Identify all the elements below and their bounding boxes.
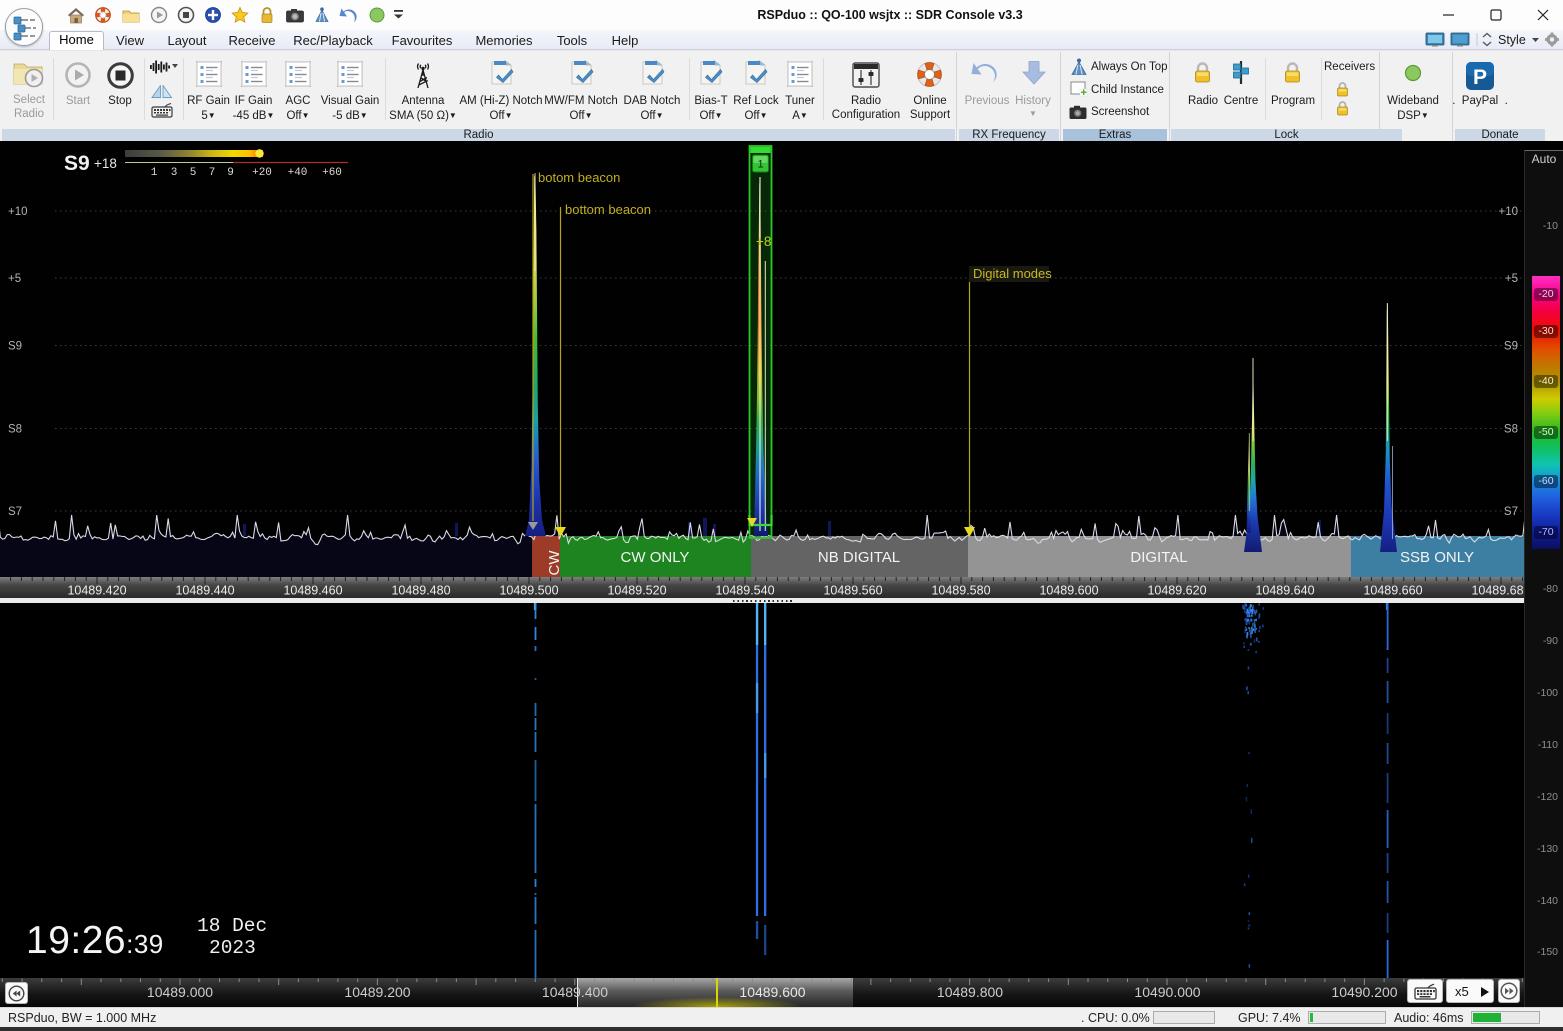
svg-text:10489.680: 10489.680 [1471,584,1524,598]
svg-text:DIGITAL: DIGITAL [1130,549,1187,566]
svg-text:S7: S7 [1504,506,1518,518]
svg-text:10489.200: 10489.200 [344,984,410,1000]
svg-text:10489.580: 10489.580 [931,584,990,598]
svg-text:S9: S9 [1504,341,1518,353]
svg-text:10489.600: 10489.600 [1039,584,1098,598]
svg-text:10489.400: 10489.400 [542,984,608,1000]
svg-text:10489.540: 10489.540 [715,584,774,598]
svg-text:10489.640: 10489.640 [1255,584,1314,598]
svg-text:+40: +40 [288,167,308,179]
svg-text:Style: Style [1498,33,1526,47]
svg-text:Digital modes: Digital modes [973,266,1052,281]
svg-text:+5: +5 [8,273,21,285]
svg-text:S9: S9 [8,341,22,353]
svg-text:S8: S8 [1504,424,1518,436]
svg-text:10489.520: 10489.520 [607,584,666,598]
svg-text:10489.800: 10489.800 [937,984,1003,1000]
svg-text:+5: +5 [1505,273,1518,285]
svg-text:10489.660: 10489.660 [1363,584,1422,598]
svg-text:S9: S9 [64,152,90,175]
svg-text:10489.500: 10489.500 [499,584,558,598]
svg-text:+10: +10 [1498,206,1518,218]
svg-text:1: 1 [151,167,158,179]
svg-text:+10: +10 [8,206,28,218]
svg-text:+60: +60 [322,167,342,179]
svg-text:10489.460: 10489.460 [283,584,342,598]
svg-text:7: 7 [209,167,216,179]
svg-text:+8: +8 [756,234,771,249]
svg-text:10490.000: 10490.000 [1134,984,1200,1000]
svg-text:S7: S7 [8,506,22,518]
svg-text:10489.420: 10489.420 [67,584,126,598]
svg-text:P: P [1473,66,1487,89]
svg-text:10489.480: 10489.480 [391,584,450,598]
svg-text:5: 5 [190,167,197,179]
svg-text:NB DIGITAL: NB DIGITAL [818,549,900,566]
svg-text:SSB ONLY: SSB ONLY [1400,549,1474,566]
svg-text:10490.200: 10490.200 [1331,984,1397,1000]
svg-text:1: 1 [757,159,763,171]
svg-text:9: 9 [227,167,234,179]
svg-text:3: 3 [171,167,178,179]
svg-text:CW: CW [546,550,563,576]
svg-text:botom beacon: botom beacon [538,170,620,185]
svg-text:+18: +18 [94,156,117,171]
svg-text:+20: +20 [252,167,272,179]
svg-text:10489.600: 10489.600 [739,984,805,1000]
svg-text:CW ONLY: CW ONLY [621,549,690,566]
svg-text:10489.440: 10489.440 [175,584,234,598]
svg-text:10489.620: 10489.620 [1147,584,1206,598]
svg-text:10489.560: 10489.560 [823,584,882,598]
svg-text:S8: S8 [8,424,22,436]
svg-text:10489.000: 10489.000 [147,984,213,1000]
svg-text:bottom beacon: bottom beacon [565,202,651,217]
